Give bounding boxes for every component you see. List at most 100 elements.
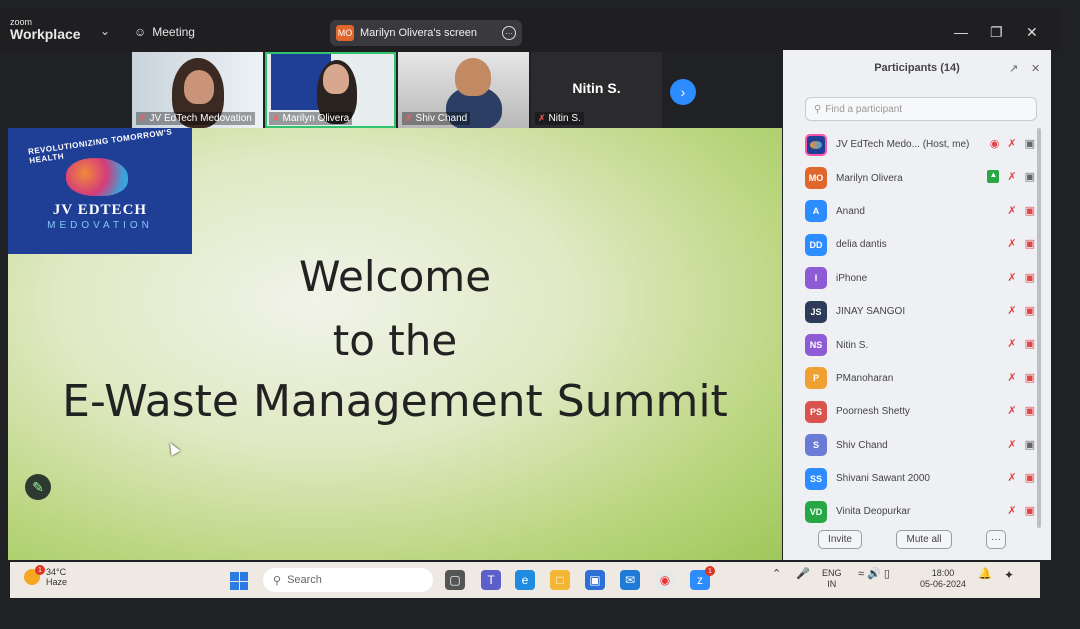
camera-icon[interactable]: ▣ xyxy=(1025,438,1035,451)
more-button[interactable]: ··· xyxy=(986,530,1006,549)
participant-scrollbar[interactable] xyxy=(1037,128,1041,528)
avatar: P xyxy=(805,367,827,390)
avatar: S xyxy=(805,434,827,457)
language-indicator[interactable]: ENG IN xyxy=(822,568,842,590)
participant-row[interactable]: JS JINAY SANGOI ✗ ▣ xyxy=(805,295,1037,328)
next-page-button[interactable]: › xyxy=(670,79,696,105)
participant-row[interactable]: VD Vinita Deopurkar ✗ ▣ xyxy=(805,495,1037,528)
notification-badge: 1 xyxy=(705,566,715,576)
avatar: A xyxy=(805,200,827,223)
mic-off-icon[interactable]: ✗ xyxy=(1007,237,1016,250)
participant-row[interactable]: P PManoharan ✗ ▣ xyxy=(805,362,1037,395)
participant-row[interactable]: S Shiv Chand ✗ ▣ xyxy=(805,429,1037,462)
participant-status-icons: ▲ ✗ ▣ xyxy=(987,170,1035,184)
minimize-icon[interactable]: — xyxy=(954,24,968,40)
video-tile[interactable]: Nitin S. ✗ Nitin S. xyxy=(531,52,662,128)
jv-edtech-logo: REVOLUTIONIZING TOMORROW'S HEALTH JV EDT… xyxy=(8,128,192,254)
participant-row[interactable]: MO Marilyn Olivera ▲ ✗ ▣ xyxy=(805,161,1037,194)
mic-off-icon[interactable]: ✗ xyxy=(1007,404,1016,417)
bell-icon[interactable]: 🔔 xyxy=(978,568,992,581)
close-icon[interactable]: ✕ xyxy=(1026,24,1038,41)
participant-row[interactable]: SS Shivani Sawant 2000 ✗ ▣ xyxy=(805,462,1037,495)
video-thumbnails: ✗ JV EdTech Medovation ✗ Marilyn Olivera ✗… xyxy=(132,52,662,128)
copilot-icon[interactable]: ✦ xyxy=(1004,568,1014,582)
camera-icon[interactable]: ▣ xyxy=(1025,170,1035,183)
mic-off-icon[interactable]: ✗ xyxy=(1007,371,1016,384)
teams-icon[interactable]: T xyxy=(481,570,501,590)
mic-off-icon: ✗ xyxy=(272,113,280,123)
participant-search-input[interactable]: ⚲ Find a participant xyxy=(805,97,1037,121)
mail-icon[interactable]: ✉ xyxy=(620,570,640,590)
screen-share-pill[interactable]: MO Marilyn Olivera's screen ··· xyxy=(330,20,522,46)
video-tile[interactable]: ✗ JV EdTech Medovation xyxy=(132,52,263,128)
camera-off-icon[interactable]: ▣ xyxy=(1025,337,1035,350)
participant-row[interactable]: DD delia dantis ✗ ▣ xyxy=(805,228,1037,261)
mic-off-icon[interactable]: ✗ xyxy=(1007,304,1016,317)
camera-off-icon[interactable]: ▣ xyxy=(1025,204,1035,217)
task-view-icon[interactable]: ▢ xyxy=(445,570,465,590)
mic-off-icon[interactable]: ✗ xyxy=(1007,137,1016,150)
mute-all-button[interactable]: Mute all xyxy=(896,530,952,549)
participant-row[interactable]: JV EdTech Medo... (Host, me) ◉ ✗ ▣ xyxy=(805,128,1037,161)
camera-off-icon[interactable]: ▣ xyxy=(1025,471,1035,484)
mic-off-icon[interactable]: ✗ xyxy=(1007,271,1016,284)
restore-icon[interactable]: ❐ xyxy=(990,24,1003,41)
people-icon: ☺ xyxy=(134,25,147,39)
zoom-app-icon[interactable]: z1 xyxy=(690,566,715,590)
participant-name: Poornesh Shetty xyxy=(836,406,910,418)
participant-status-icons: ✗ ▣ xyxy=(1007,237,1035,250)
annotate-pencil-button[interactable]: ✎ xyxy=(25,474,51,500)
file-explorer-icon[interactable]: □ xyxy=(550,570,570,590)
weather-widget[interactable]: 1 34°C Haze xyxy=(24,565,68,587)
chevron-up-icon[interactable]: ⌃ xyxy=(772,568,781,581)
mic-off-icon[interactable]: ✗ xyxy=(1007,471,1016,484)
participant-name: Vinita Deopurkar xyxy=(836,506,911,518)
mic-off-icon[interactable]: ✗ xyxy=(1007,170,1016,183)
avatar: I xyxy=(805,267,827,290)
camera-icon[interactable]: ▣ xyxy=(1025,137,1035,150)
clock[interactable]: 18:00 05-06-2024 xyxy=(920,568,966,590)
video-tile[interactable]: ✗ Shiv Chand xyxy=(398,52,529,128)
camera-off-icon[interactable]: ▣ xyxy=(1025,237,1035,250)
chrome-icon[interactable]: ◉ xyxy=(655,570,675,590)
avatar: MO xyxy=(805,167,827,190)
taskbar-search-input[interactable]: ⚲ Search xyxy=(263,568,433,592)
invite-button[interactable]: Invite xyxy=(818,530,862,549)
close-icon[interactable]: ✕ xyxy=(1031,62,1040,75)
camera-off-icon[interactable]: ▣ xyxy=(1025,304,1035,317)
notification-badge: 1 xyxy=(35,565,45,575)
more-icon[interactable]: ··· xyxy=(502,26,516,40)
camera-off-icon[interactable]: ▣ xyxy=(1025,271,1035,284)
brain-icon xyxy=(66,158,128,196)
meeting-menu[interactable]: ☺ Meeting xyxy=(134,25,195,39)
edge-icon[interactable]: e xyxy=(515,570,535,590)
mic-off-icon[interactable]: ✗ xyxy=(1007,504,1016,517)
video-tile[interactable]: ✗ Marilyn Olivera xyxy=(265,52,396,128)
shared-slide: REVOLUTIONIZING TOMORROW'S HEALTH JV EDT… xyxy=(8,128,782,560)
avatar: JS xyxy=(805,300,827,323)
chevron-down-icon[interactable]: ⌄ xyxy=(100,24,110,38)
mic-off-icon[interactable]: ✗ xyxy=(1007,204,1016,217)
participant-name: iPhone xyxy=(836,272,868,284)
microphone-icon[interactable]: 🎤 xyxy=(796,568,810,581)
wifi-icon[interactable]: ≈ 🔊 ▯ xyxy=(858,568,890,581)
store-icon[interactable]: ▣ xyxy=(585,570,605,590)
start-button[interactable] xyxy=(230,572,248,590)
participant-row[interactable]: PS Poornesh Shetty ✗ ▣ xyxy=(805,395,1037,428)
participant-status-icons: ✗ ▣ xyxy=(1007,271,1035,284)
mic-off-icon[interactable]: ✗ xyxy=(1007,438,1016,451)
camera-off-icon[interactable]: ▣ xyxy=(1025,371,1035,384)
weather-desc: Haze xyxy=(46,577,68,587)
participant-name: Anand xyxy=(836,205,865,217)
mic-off-icon[interactable]: ✗ xyxy=(1007,337,1016,350)
camera-off-icon[interactable]: ▣ xyxy=(1025,504,1035,517)
meeting-label: Meeting xyxy=(152,25,195,39)
participant-row[interactable]: IiPhone ✗ ▣ xyxy=(805,262,1037,295)
camera-off-icon[interactable]: ▣ xyxy=(1025,404,1035,417)
participant-row[interactable]: A Anand ✗ ▣ xyxy=(805,195,1037,228)
participant-row[interactable]: NS Nitin S. ✗ ▣ xyxy=(805,328,1037,361)
slide-title-line2: to the xyxy=(332,316,458,365)
participant-name: delia dantis xyxy=(836,239,887,251)
popout-icon[interactable]: ↗ xyxy=(1009,62,1018,75)
search-icon: ⚲ xyxy=(814,103,822,115)
